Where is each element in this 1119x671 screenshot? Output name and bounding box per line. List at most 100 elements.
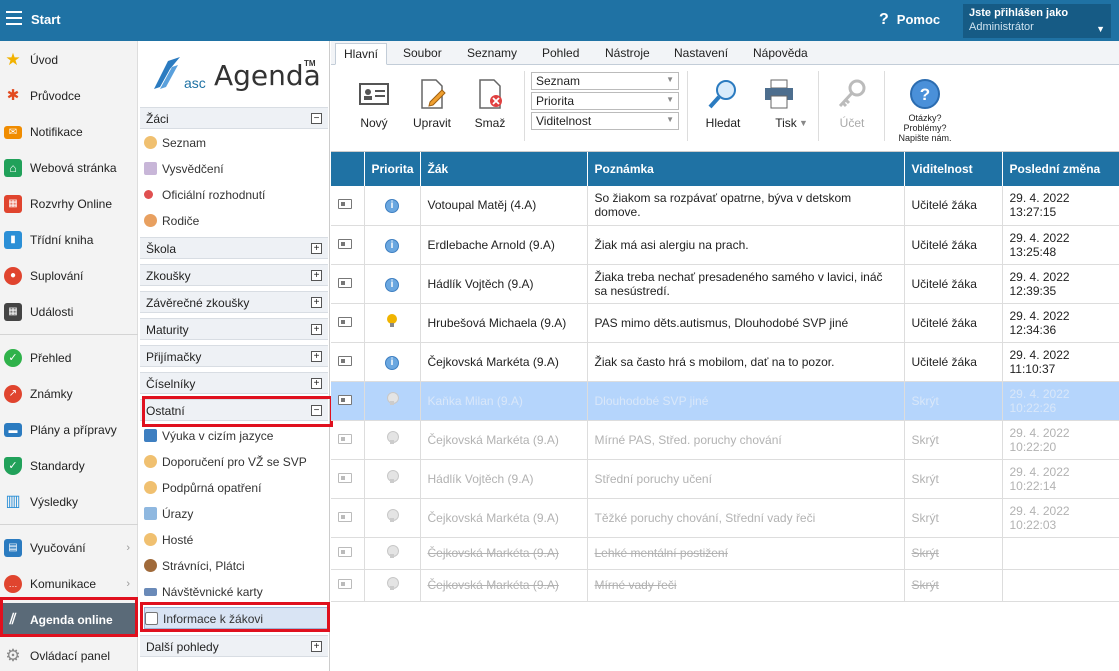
tab-hlavni[interactable]: Hlavní	[335, 43, 388, 65]
nav-item-komunikace[interactable]: … Komunikace ›	[0, 567, 138, 601]
search-button[interactable]: Hledat	[701, 78, 745, 130]
table-row[interactable]: i Hádlík Vojtěch (9.A) Žiaka treba nechať …	[331, 264, 1119, 304]
card-icon[interactable]	[338, 199, 352, 210]
print-button[interactable]: Tisk ▼	[761, 78, 811, 130]
card-icon[interactable]	[338, 547, 352, 557]
nav-item-udalosti[interactable]: ▦ Události	[0, 295, 138, 329]
row-card-cell[interactable]	[331, 381, 365, 421]
table-row[interactable]: Čejkovská Markéta (9.A) Lehké mentální po…	[331, 537, 1119, 570]
card-icon[interactable]	[338, 433, 352, 444]
new-button[interactable]: Nový	[353, 78, 395, 130]
table-row[interactable]: i Votoupal Matěj (4.A) So žiakom sa rozpáv…	[331, 186, 1119, 226]
nav-item-pruvodce[interactable]: ✱ Průvodce	[0, 79, 138, 113]
tree-item-stravnici[interactable]: Strávníci, Plátci	[144, 555, 328, 577]
nav-item-ovladaci-panel[interactable]: ⚙ Ovládací panel	[0, 639, 138, 671]
header-last-change[interactable]: Poslední změna	[1002, 152, 1119, 186]
delete-button[interactable]: Smaž	[471, 78, 509, 130]
nav-item-webova-stranka[interactable]: ⌂ Webová stránka	[0, 151, 138, 185]
tab-nastroje[interactable]: Nástroje	[605, 46, 650, 60]
table-row[interactable]: Kaňka Milan (9.A) Dlouhodobé SVP jiné Skrý…	[331, 381, 1119, 421]
row-card-cell[interactable]	[331, 569, 365, 602]
group-prijimacky[interactable]: Přijímačky +	[140, 345, 328, 367]
user-dropdown[interactable]: Jste přihlášen jako Administrátor ▼	[963, 4, 1111, 38]
tree-item-hoste[interactable]: Hosté	[144, 529, 328, 551]
card-icon[interactable]	[338, 238, 352, 249]
card-icon[interactable]	[338, 355, 352, 366]
nav-item-notifikace[interactable]: ✉ Notifikace	[0, 115, 138, 149]
group-maturity[interactable]: Maturity +	[140, 318, 328, 340]
expand-icon[interactable]: +	[311, 378, 322, 389]
nav-item-uvod[interactable]: ★ Úvod	[0, 43, 138, 77]
support-button[interactable]: ? Otázky? Problémy? Napište nám.	[893, 78, 957, 143]
table-row[interactable]: i Erdlebache Arnold (9.A) Žiak má asi aler…	[331, 225, 1119, 265]
group-zkousky[interactable]: Zkoušky +	[140, 264, 328, 286]
group-skola[interactable]: Škola +	[140, 237, 328, 259]
tab-soubor[interactable]: Soubor	[403, 46, 442, 60]
tree-item-navstevnicke-karty[interactable]: Návštěvnické karty	[144, 581, 328, 603]
header-student[interactable]: Žák	[420, 152, 588, 186]
nav-item-standardy[interactable]: ✓ Standardy	[0, 449, 138, 483]
card-icon[interactable]	[338, 511, 352, 522]
nav-item-suplovani[interactable]: ● Suplování	[0, 259, 138, 293]
row-card-cell[interactable]	[331, 225, 365, 265]
card-icon[interactable]	[338, 316, 352, 327]
row-card-cell[interactable]	[331, 498, 365, 538]
row-card-cell[interactable]	[331, 342, 365, 382]
help-button[interactable]: ? Pomoc	[879, 11, 940, 29]
table-row[interactable]: Čejkovská Markéta (9.A) Mírné vady řeči Sk…	[331, 569, 1119, 602]
table-row[interactable]: i Čejkovská Markéta (9.A) Žiak sa často hr…	[331, 342, 1119, 382]
table-row[interactable]: Čejkovská Markéta (9.A) Mírné PAS, Střed.…	[331, 420, 1119, 460]
table-row[interactable]: Hrubešová Michaela (9.A) PAS mimo děts.au…	[331, 303, 1119, 343]
tree-item-urazy[interactable]: Úrazy	[144, 503, 328, 525]
row-card-cell[interactable]	[331, 303, 365, 343]
group-ciselniky[interactable]: Číselníky +	[140, 372, 328, 394]
priority-select[interactable]: Priorita ▼	[531, 92, 679, 110]
nav-item-rozvrhy[interactable]: ▦ Rozvrhy Online	[0, 187, 138, 221]
card-icon[interactable]	[338, 277, 352, 288]
card-icon[interactable]	[338, 472, 352, 483]
tree-item-oficialni-rozhodnuti[interactable]: Oficiální rozhodnutí	[144, 184, 328, 206]
group-zaci[interactable]: Žáci −	[140, 107, 328, 129]
tree-item-vyuka-v-cizim-jazyce[interactable]: Výuka v cizím jazyce	[144, 425, 328, 447]
group-dalsi-pohledy[interactable]: Další pohledy +	[140, 635, 328, 657]
tree-item-doporuceni[interactable]: Doporučení pro VŽ se SVP	[144, 451, 328, 473]
header-note[interactable]: Poznámka	[587, 152, 905, 186]
group-zaverecne-zkousky[interactable]: Závěrečné zkoušky +	[140, 291, 328, 313]
expand-icon[interactable]: +	[311, 297, 322, 308]
expand-icon[interactable]: +	[311, 641, 322, 652]
edit-button[interactable]: Upravit	[409, 78, 455, 130]
nav-item-znamky[interactable]: ↗ Známky	[0, 377, 138, 411]
expand-icon[interactable]: +	[311, 270, 322, 281]
chevron-down-icon[interactable]: ▼	[799, 118, 808, 128]
expand-icon[interactable]: +	[311, 351, 322, 362]
row-card-cell[interactable]	[331, 420, 365, 460]
header-visibility[interactable]: Viditelnost	[904, 152, 1003, 186]
hamburger-menu-icon[interactable]	[6, 11, 22, 25]
tab-nastaveni[interactable]: Nastavení	[674, 46, 728, 60]
tab-seznamy[interactable]: Seznamy	[467, 46, 517, 60]
view-select[interactable]: Seznam ▼	[531, 72, 679, 90]
header-priority[interactable]: Priorita	[364, 152, 421, 186]
nav-item-tridni-kniha[interactable]: ▮ Třídní kniha	[0, 223, 138, 257]
tree-item-vysvedceni[interactable]: Vysvědčení	[144, 158, 328, 180]
card-icon[interactable]	[338, 394, 352, 405]
visibility-select[interactable]: Viditelnost ▼	[531, 112, 679, 130]
tab-napoveda[interactable]: Nápověda	[753, 46, 808, 60]
account-button[interactable]: Účet	[831, 78, 873, 130]
tree-item-podpurna-opatreni[interactable]: Podpůrná opatření	[144, 477, 328, 499]
collapse-icon[interactable]: −	[311, 113, 322, 124]
expand-icon[interactable]: +	[311, 243, 322, 254]
tree-item-rodice[interactable]: Rodiče	[144, 210, 328, 232]
tab-pohled[interactable]: Pohled	[542, 46, 579, 60]
nav-item-prehled[interactable]: ✓ Přehled	[0, 341, 138, 375]
expand-icon[interactable]: +	[311, 324, 322, 335]
nav-item-vyucovani[interactable]: ▤ Vyučování ›	[0, 531, 138, 565]
row-card-cell[interactable]	[331, 186, 365, 226]
card-icon[interactable]	[338, 579, 352, 589]
tree-item-seznam[interactable]: Seznam	[144, 132, 328, 154]
row-card-cell[interactable]	[331, 264, 365, 304]
row-card-cell[interactable]	[331, 537, 365, 570]
nav-item-vysledky[interactable]: ▥ Výsledky	[0, 485, 138, 519]
table-row[interactable]: Čejkovská Markéta (9.A) Těžké poruchy cho…	[331, 498, 1119, 538]
table-row[interactable]: Hádlík Vojtěch (9.A) Střední poruchy učen…	[331, 459, 1119, 499]
